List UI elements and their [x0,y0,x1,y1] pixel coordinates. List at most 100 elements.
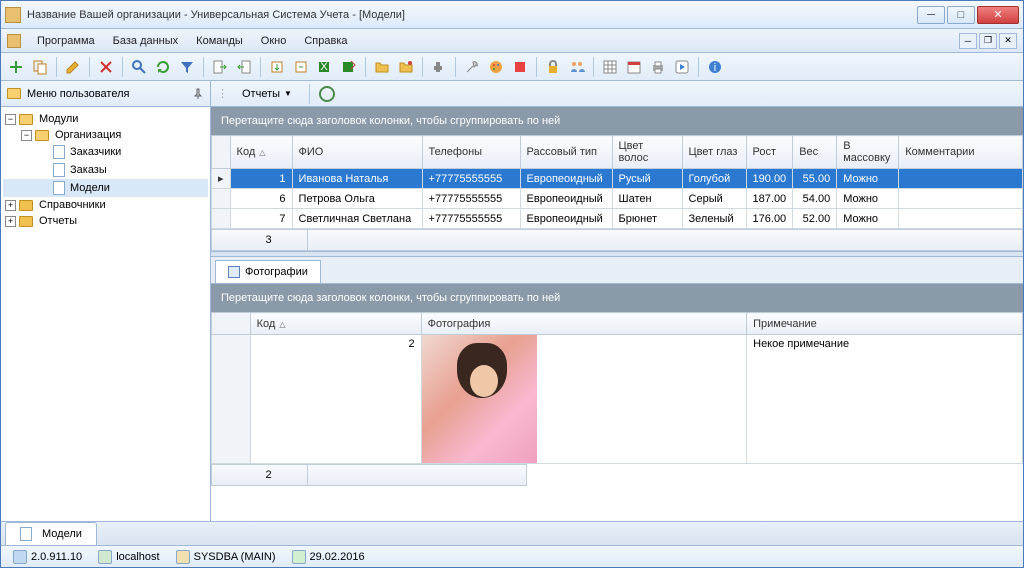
tree-node-reports[interactable]: +Отчеты [3,213,208,229]
export2-icon[interactable] [290,56,312,78]
refresh-icon[interactable] [152,56,174,78]
col-hair[interactable]: Цвет волос [612,136,682,169]
detail-grid-footer: 2 [211,464,527,486]
photo-thumbnail[interactable] [422,335,537,463]
user-icon [176,550,190,564]
grid-footer: 3 [211,229,1023,251]
play-icon[interactable] [671,56,693,78]
document-icon [53,145,65,159]
document-icon [20,527,32,541]
splitter-grip-icon[interactable]: ⋮ [217,87,228,100]
mdi-minimize-button[interactable]: ─ [959,33,977,49]
lock-icon[interactable] [542,56,564,78]
add-icon[interactable] [5,56,27,78]
detail-body: Перетащите сюда заголовок колонки, чтобы… [211,284,1023,521]
menu-window[interactable]: Окно [253,32,295,50]
status-version: 2.0.911.10 [7,550,88,564]
table-row[interactable]: ▸ 1Иванова Наталья+77775555555Европеоидн… [212,169,1023,189]
excel-export-icon[interactable]: X [314,56,336,78]
grid-icon[interactable] [599,56,621,78]
print-icon[interactable] [647,56,669,78]
users-icon[interactable] [566,56,588,78]
tree-node-customers[interactable]: Заказчики [3,143,208,161]
bottom-tab-models[interactable]: Модели [5,522,97,545]
col-eyes[interactable]: Цвет глаз [682,136,746,169]
info-icon[interactable]: i [704,56,726,78]
calendar-icon[interactable] [623,56,645,78]
col-detail-note[interactable]: Примечание [747,313,1023,335]
col-crowd[interactable]: В массовку [837,136,899,169]
minimize-button[interactable]: ─ [917,6,945,24]
app-icon [5,7,21,23]
bottom-tabs: Модели [1,521,1023,545]
sidebar-title: Меню пользователя [27,88,129,100]
menu-commands[interactable]: Команды [188,32,251,50]
col-code[interactable]: Код△ [230,136,292,169]
col-phones[interactable]: Телефоны [422,136,520,169]
import-prev-icon[interactable] [233,56,255,78]
main-toolbar: X i [1,53,1023,81]
mdi-restore-button[interactable]: ❐ [979,33,997,49]
content-area: ⋮ Отчеты▼ Перетащите сюда заголовок коло… [211,81,1023,521]
tab-photos[interactable]: Фотографии [215,260,321,283]
table-row[interactable]: 2 Некое примечание [212,335,1023,464]
folder-icon [19,216,33,227]
palette-icon[interactable] [485,56,507,78]
table-row[interactable]: 6Петрова Ольга+77775555555ЕвропеоидныйШа… [212,189,1023,209]
titlebar: Название Вашей организации - Универсальн… [1,1,1023,29]
pin-icon[interactable] [192,88,204,100]
menubar: Программа База данных Команды Окно Справ… [1,29,1023,53]
col-detail-photo[interactable]: Фотография [421,313,747,335]
tools-icon[interactable] [461,56,483,78]
tree-node-organization[interactable]: −Организация [3,127,208,143]
host-icon [98,550,112,564]
row-indicator-header [212,136,231,169]
excel-import-icon[interactable] [338,56,360,78]
version-icon [13,550,27,564]
filter-icon[interactable] [176,56,198,78]
group-panel-detail[interactable]: Перетащите сюда заголовок колонки, чтобы… [211,284,1023,312]
grid-row-count: 3 [230,230,308,250]
group-panel-main[interactable]: Перетащите сюда заголовок колонки, чтобы… [211,107,1023,135]
window-title: Название Вашей организации - Универсальн… [27,9,915,21]
maximize-button[interactable]: □ [947,6,975,24]
app-icon-small[interactable] [7,34,21,48]
delete-icon[interactable] [95,56,117,78]
statusbar: 2.0.911.10 localhost SYSDBA (MAIN) 29.02… [1,545,1023,567]
col-fio[interactable]: ФИО [292,136,422,169]
import-next-icon[interactable] [209,56,231,78]
edit-icon[interactable] [62,56,84,78]
folder-open-icon[interactable] [371,56,393,78]
folder-icon[interactable] [395,56,417,78]
copy-icon[interactable] [29,56,51,78]
tree-node-models[interactable]: Модели [3,179,208,197]
status-user: SYSDBA (MAIN) [170,550,282,564]
color-icon[interactable] [509,56,531,78]
menu-database[interactable]: База данных [105,32,187,50]
sidebar-header: Меню пользователя [1,81,210,107]
folder-icon [19,114,33,125]
col-height[interactable]: Рост [746,136,793,169]
plugin-icon[interactable] [428,56,450,78]
table-row[interactable]: 7Светличная Светлана+77775555555Европеои… [212,209,1023,229]
menu-help[interactable]: Справка [296,32,355,50]
tree-node-orders[interactable]: Заказы [3,161,208,179]
search-icon[interactable] [128,56,150,78]
folder-icon [19,200,33,211]
app-window: Название Вашей организации - Универсальн… [0,0,1024,568]
tree-node-reference[interactable]: +Справочники [3,197,208,213]
reports-dropdown[interactable]: Отчеты▼ [234,85,300,103]
clock-icon[interactable] [319,86,335,102]
document-icon [53,181,65,195]
col-race[interactable]: Рассовый тип [520,136,612,169]
mdi-close-button[interactable]: ✕ [999,33,1017,49]
row-indicator-header [212,313,251,335]
col-weight[interactable]: Вес [793,136,837,169]
col-comments[interactable]: Комментарии [899,136,1023,169]
close-button[interactable]: ✕ [977,6,1019,24]
svg-text:X: X [320,61,328,73]
col-detail-code[interactable]: Код△ [250,313,421,335]
tree-node-modules[interactable]: −Модули [3,111,208,127]
export-icon[interactable] [266,56,288,78]
menu-program[interactable]: Программа [29,32,103,50]
